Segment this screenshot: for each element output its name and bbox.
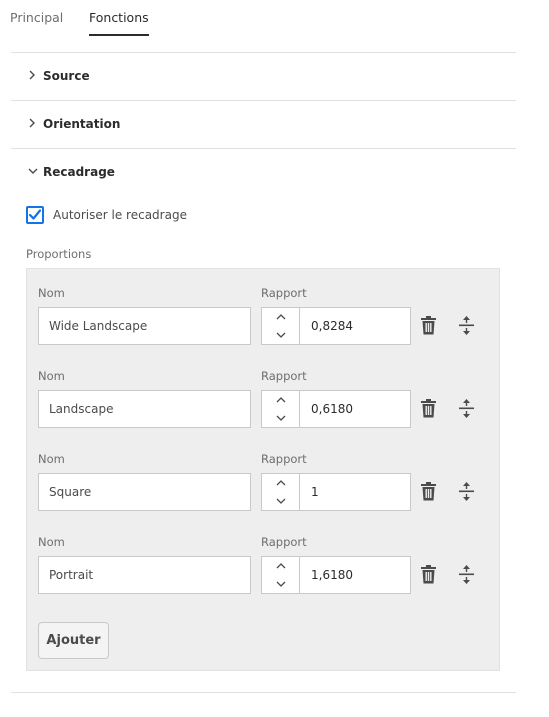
increment-button[interactable] — [262, 308, 299, 326]
decrement-button[interactable] — [262, 326, 299, 344]
section-source-title: Source — [43, 69, 90, 83]
allow-crop-checkbox[interactable] — [26, 206, 44, 224]
increment-button[interactable] — [262, 474, 299, 492]
reorder-handle[interactable] — [459, 482, 474, 505]
proportion-row: Nom Rapport Square 1 — [27, 452, 501, 522]
name-label: Nom — [38, 535, 65, 549]
divider — [11, 52, 516, 53]
proportion-row: Nom Rapport Wide Landscape 0,8284 — [27, 286, 501, 356]
name-label: Nom — [38, 452, 65, 466]
proportions-label: Proportions — [26, 247, 92, 261]
divider — [11, 148, 516, 149]
chevron-down-icon — [276, 498, 285, 504]
ratio-value-input[interactable]: 1,6180 — [300, 557, 410, 593]
chevron-right-icon — [28, 118, 40, 131]
trash-icon — [421, 399, 436, 418]
increment-button[interactable] — [262, 557, 299, 575]
delete-button[interactable] — [420, 316, 437, 339]
chevron-right-icon — [28, 70, 40, 83]
trash-icon — [421, 482, 436, 501]
proportion-name-input[interactable]: Landscape — [38, 390, 251, 428]
ratio-label: Rapport — [261, 452, 307, 466]
chevron-up-icon — [276, 563, 285, 569]
proportions-panel: Nom Rapport Wide Landscape 0,8284 Nom Ra… — [26, 268, 500, 671]
chevron-down-icon — [28, 167, 40, 178]
proportion-name-input[interactable]: Wide Landscape — [38, 307, 251, 345]
divider — [11, 692, 516, 693]
section-recadrage-title: Recadrage — [43, 165, 115, 179]
increment-button[interactable] — [262, 391, 299, 409]
reorder-handle[interactable] — [459, 399, 474, 422]
proportion-name-input[interactable]: Portrait — [38, 556, 251, 594]
ratio-label: Rapport — [261, 286, 307, 300]
drag-handle-icon — [459, 316, 474, 335]
decrement-button[interactable] — [262, 409, 299, 427]
ratio-stepper: 1 — [261, 473, 411, 511]
divider — [11, 100, 516, 101]
add-proportion-button[interactable]: Ajouter — [38, 622, 109, 659]
tab-principal[interactable]: Principal — [10, 10, 63, 34]
section-orientation-title: Orientation — [43, 117, 121, 131]
tab-fonctions[interactable]: Fonctions — [89, 10, 149, 36]
allow-crop-row: Autoriser le recadrage — [26, 206, 187, 224]
delete-button[interactable] — [420, 482, 437, 505]
section-recadrage-header[interactable]: Recadrage — [28, 165, 115, 179]
stepper-buttons — [262, 308, 300, 344]
stepper-buttons — [262, 474, 300, 510]
ratio-label: Rapport — [261, 369, 307, 383]
checkmark-icon — [28, 209, 42, 220]
name-label: Nom — [38, 369, 65, 383]
chevron-down-icon — [276, 332, 285, 338]
section-source-header[interactable]: Source — [28, 69, 90, 83]
stepper-buttons — [262, 391, 300, 427]
drag-handle-icon — [459, 565, 474, 584]
chevron-up-icon — [276, 314, 285, 320]
trash-icon — [421, 565, 436, 584]
ratio-stepper: 0,8284 — [261, 307, 411, 345]
allow-crop-label: Autoriser le recadrage — [53, 208, 187, 222]
tab-bar: Principal Fonctions — [0, 0, 549, 40]
proportion-row: Nom Rapport Landscape 0,6180 — [27, 369, 501, 439]
chevron-down-icon — [276, 415, 285, 421]
decrement-button[interactable] — [262, 575, 299, 593]
reorder-handle[interactable] — [459, 565, 474, 588]
ratio-stepper: 1,6180 — [261, 556, 411, 594]
drag-handle-icon — [459, 399, 474, 418]
drag-handle-icon — [459, 482, 474, 501]
ratio-value-input[interactable]: 1 — [300, 474, 410, 510]
ratio-label: Rapport — [261, 535, 307, 549]
proportion-name-input[interactable]: Square — [38, 473, 251, 511]
chevron-up-icon — [276, 397, 285, 403]
chevron-down-icon — [276, 581, 285, 587]
ratio-value-input[interactable]: 0,6180 — [300, 391, 410, 427]
decrement-button[interactable] — [262, 492, 299, 510]
delete-button[interactable] — [420, 399, 437, 422]
proportion-row: Nom Rapport Portrait 1,6180 — [27, 535, 501, 605]
chevron-up-icon — [276, 480, 285, 486]
delete-button[interactable] — [420, 565, 437, 588]
reorder-handle[interactable] — [459, 316, 474, 339]
ratio-value-input[interactable]: 0,8284 — [300, 308, 410, 344]
stepper-buttons — [262, 557, 300, 593]
name-label: Nom — [38, 286, 65, 300]
ratio-stepper: 0,6180 — [261, 390, 411, 428]
trash-icon — [421, 316, 436, 335]
section-orientation-header[interactable]: Orientation — [28, 117, 120, 131]
